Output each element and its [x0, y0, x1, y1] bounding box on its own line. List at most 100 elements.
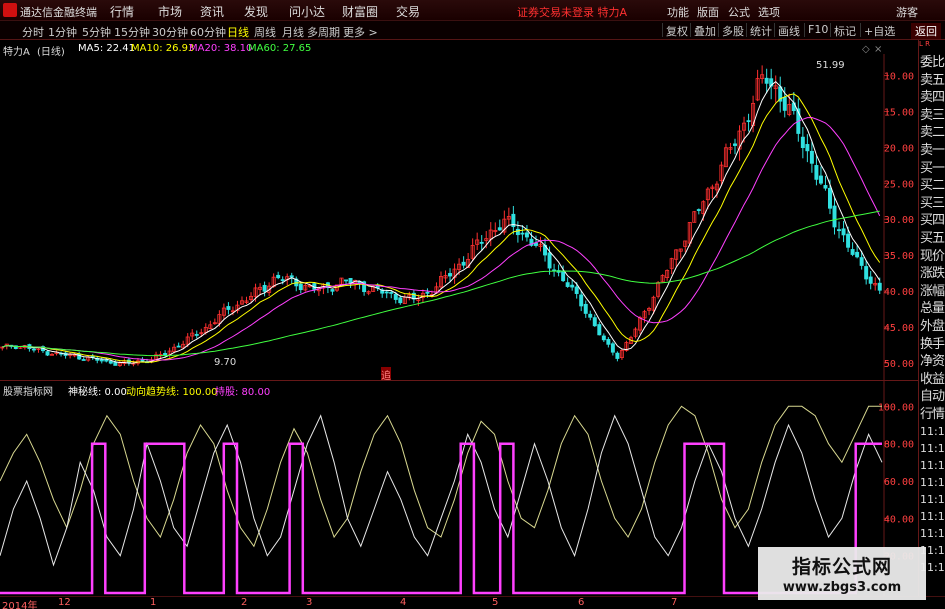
- y-tick-label: 10.00: [884, 72, 914, 83]
- quote-field-label: 自动: [920, 389, 945, 405]
- candle-body: [298, 283, 303, 291]
- tick-time: 11:1: [920, 442, 945, 455]
- candle-body: [570, 284, 575, 288]
- candle-body: [868, 276, 873, 284]
- period-30min[interactable]: 30分钟: [152, 24, 188, 40]
- candle-body: [823, 185, 828, 189]
- btn-tongji[interactable]: 统计: [746, 23, 772, 38]
- menu-caifuquan[interactable]: 财富圈: [342, 3, 378, 20]
- candle-body: [163, 353, 168, 356]
- ma5-legend: MA5: 22.41: [78, 43, 136, 54]
- ma10-legend: MA10: 26.93: [131, 43, 195, 54]
- btn-duogu[interactable]: 多股: [718, 23, 744, 38]
- candle-body: [864, 266, 869, 280]
- menu-wenxiaoda[interactable]: 问小达: [289, 3, 325, 20]
- quote-field-label: 买五: [920, 231, 945, 246]
- candle-body: [113, 362, 118, 366]
- quote-side-panel: L R 委比 卖五 卖四 卖三 卖二 卖一 买一 买二 买三 买四 买五 现价 涨跌 涨幅 总量 外盘 换手 净资…: [918, 40, 945, 596]
- indicator-y-tick-label: 60.00: [884, 477, 914, 488]
- back-button[interactable]: 返回: [911, 23, 941, 39]
- menu-gongneng[interactable]: 功能: [667, 4, 689, 20]
- candle-body: [601, 335, 606, 341]
- period-5min[interactable]: 5分钟: [82, 24, 111, 40]
- candle-body: [99, 359, 104, 362]
- candle-body: [877, 282, 882, 291]
- menu-banmian[interactable]: 版面: [697, 4, 719, 20]
- candle-body: [764, 77, 769, 84]
- quote-field-label: 买一: [920, 160, 945, 176]
- period-15min[interactable]: 15分钟: [114, 24, 150, 40]
- menu-gongshi[interactable]: 公式: [728, 4, 750, 20]
- candle-body: [389, 292, 394, 294]
- period-1min[interactable]: 1分钟: [48, 24, 77, 40]
- candle-body: [393, 293, 398, 300]
- period-multi[interactable]: 多周期: [307, 24, 340, 40]
- candle-body: [479, 241, 484, 244]
- settings-icon[interactable]: ◇: [862, 45, 872, 55]
- quote-field-label: 现价: [920, 248, 945, 264]
- tick-time: 11:1: [920, 476, 945, 489]
- candle-body: [398, 297, 403, 304]
- candle-body: [515, 228, 520, 236]
- candle-body: [561, 270, 566, 282]
- period-fenshi[interactable]: 分时: [22, 24, 44, 40]
- tick-time: 11:1: [920, 493, 945, 506]
- period-daily[interactable]: 日线: [227, 24, 249, 40]
- menu-shichang[interactable]: 市场: [158, 3, 182, 20]
- high-price-label: 51.99: [816, 60, 845, 71]
- candle-body: [814, 165, 819, 180]
- candle-body: [615, 352, 620, 359]
- y-tick-label: 30.00: [884, 215, 914, 226]
- btn-fuquan[interactable]: 复权: [662, 23, 688, 38]
- dongxiang-legend: 动向趋势线: 100.00: [126, 387, 218, 398]
- indicator-y-tick-label: 100.00: [878, 402, 914, 413]
- menu-jiaoyi[interactable]: 交易: [396, 3, 420, 20]
- y-tick-label: 25.00: [884, 179, 914, 190]
- btn-diejia[interactable]: 叠加: [690, 23, 716, 38]
- candle-body: [565, 282, 570, 287]
- candle-body: [733, 143, 737, 146]
- candle-body: [828, 187, 832, 209]
- panel-header[interactable]: L R: [919, 40, 945, 51]
- candle-body: [534, 242, 538, 246]
- period-more[interactable]: 更多 >: [343, 24, 378, 40]
- quote-field-label: 买三: [920, 195, 945, 211]
- date-label: 4: [400, 597, 407, 608]
- tick-time: 11:1: [920, 527, 945, 540]
- candle-body: [384, 291, 389, 294]
- quote-field-label: 净资: [920, 354, 945, 370]
- period-60min[interactable]: 60分钟: [190, 24, 226, 40]
- period-weekly[interactable]: 周线: [254, 24, 276, 40]
- btn-zixuan[interactable]: +自选: [860, 23, 895, 38]
- date-label: 7: [671, 597, 678, 608]
- btn-biaoji[interactable]: 标记: [830, 23, 856, 38]
- candle-body: [746, 120, 751, 123]
- y-tick-label: 20.00: [884, 143, 914, 154]
- ma20-legend: MA20: 38.10: [189, 43, 253, 54]
- main-chart-panel[interactable]: 50.00 45.00 40.00 35.00 30.00 25.00 20.00 15.00…: [0, 40, 918, 382]
- title-bar: 通达信金融终端 行情 市场 资讯 发现 问小达 财富圈 交易 证券交易未登录 特…: [0, 0, 945, 21]
- quote-field-label: 买四: [920, 213, 945, 229]
- menu-hangqing[interactable]: 行情: [110, 3, 134, 20]
- y-tick-label: 35.00: [884, 251, 914, 262]
- period-toolbar: 分时 1分钟 5分钟 15分钟 30分钟 60分钟 日线 周线 月线 多周期 更…: [0, 21, 945, 40]
- btn-huaxian[interactable]: 画线: [774, 23, 800, 38]
- date-label: 6: [578, 597, 585, 608]
- candle-body: [461, 261, 466, 266]
- period-monthly[interactable]: 月线: [282, 24, 304, 40]
- candlestick-chart[interactable]: 50.00 45.00 40.00 35.00 30.00 25.00 20.00 15.00…: [0, 40, 918, 380]
- menu-zixun[interactable]: 资讯: [200, 3, 224, 20]
- date-label: 5: [492, 597, 499, 608]
- stock-name: 特力A: [3, 47, 30, 58]
- btn-f10[interactable]: F10: [804, 23, 828, 37]
- candle-body: [837, 229, 842, 232]
- menu-xuanxiang[interactable]: 选项: [758, 4, 780, 20]
- watermark-logo: 指标公式网 www.zbgs3.com: [758, 547, 926, 600]
- y-tick-label: 40.00: [884, 287, 914, 298]
- guest-button[interactable]: 游客: [896, 4, 918, 20]
- close-icon[interactable]: ×: [874, 45, 884, 55]
- app-logo-icon: [3, 3, 17, 17]
- menu-faxian[interactable]: 发现: [244, 3, 268, 20]
- indicator-y-tick-label: 40.00: [884, 514, 914, 525]
- quote-field-label: 涨幅: [920, 283, 945, 299]
